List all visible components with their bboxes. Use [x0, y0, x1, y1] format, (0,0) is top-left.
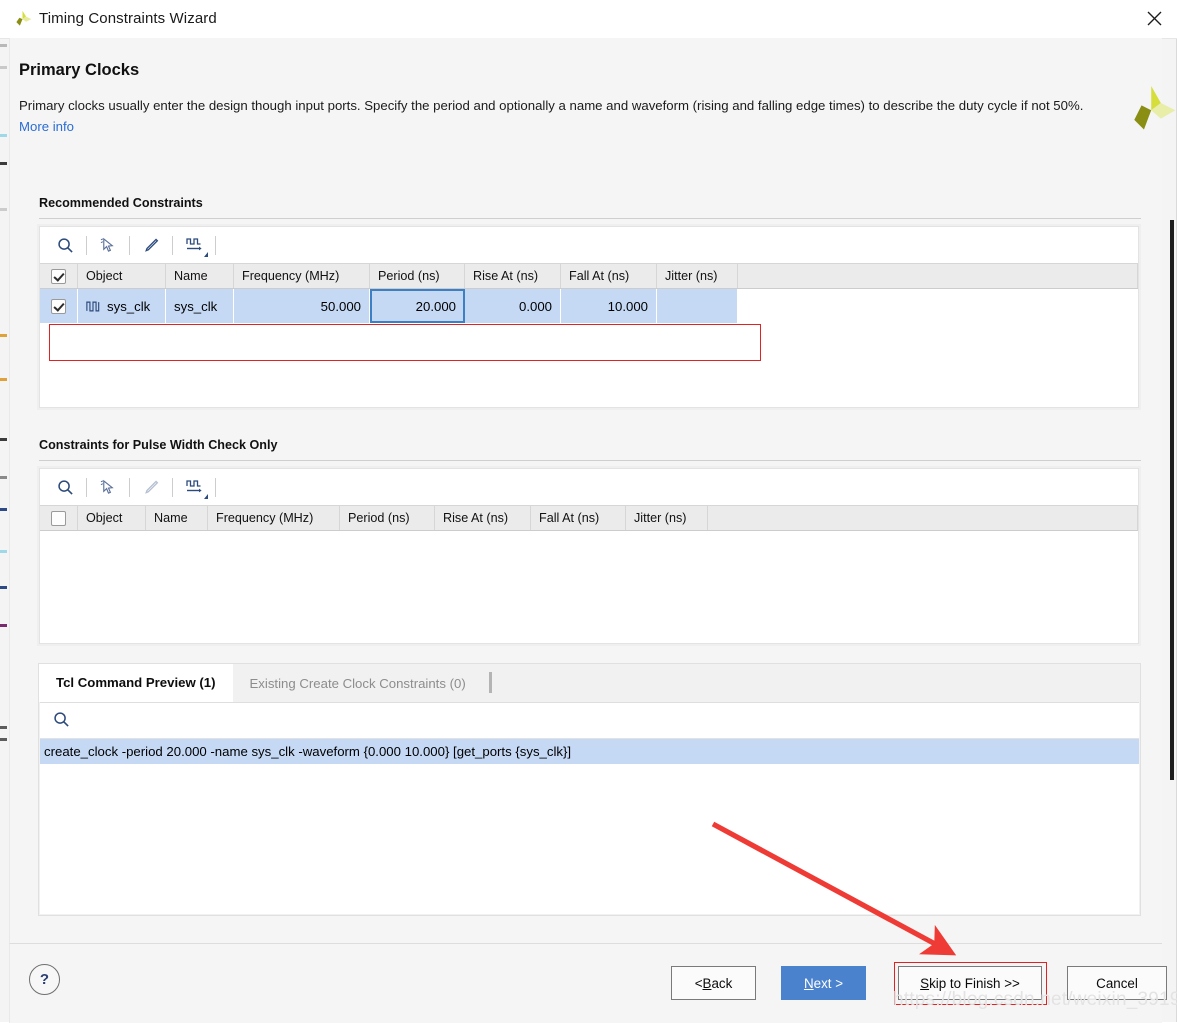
timing-constraints-wizard-window: Timing Constraints Wizard Primary Clocks… [0, 0, 1177, 1023]
toolbar-divider [129, 235, 130, 255]
column-header-frequency[interactable]: Frequency (MHz) [208, 506, 340, 530]
tcl-preview-panel: Tcl Command Preview (1) Existing Create … [38, 663, 1141, 916]
pulse-width-constraints-label: Constraints for Pulse Width Check Only [39, 438, 278, 452]
toolbar-divider [86, 235, 87, 255]
more-info-link[interactable]: More info [19, 119, 74, 134]
column-header-filler [708, 506, 1138, 530]
cell-jitter[interactable] [657, 289, 738, 323]
dropdown-caret-icon [204, 494, 208, 499]
column-header-object[interactable]: Object [78, 264, 166, 288]
xilinx-pinwheel-logo [1121, 80, 1177, 138]
toolbar-divider [215, 235, 216, 255]
select-all-header-cell[interactable] [40, 264, 78, 288]
wizard-page: Primary Clocks Primary clocks usually en… [9, 38, 1176, 943]
next-button-accel: N [803, 975, 814, 991]
next-button-post: ext > [813, 975, 844, 991]
edit-pencil-icon [136, 474, 166, 500]
recommended-constraints-panel: Object Name Frequency (MHz) Period (ns) … [39, 226, 1139, 408]
cell-object[interactable]: sys_clk [78, 289, 166, 323]
vivado-logo-icon [12, 9, 33, 30]
toolbar-divider [172, 477, 173, 497]
column-header-fall-at[interactable]: Fall At (ns) [531, 506, 626, 530]
cell-rise-at[interactable]: 0.000 [465, 289, 561, 323]
title-bar: Timing Constraints Wizard [0, 0, 1177, 39]
back-button-post: ack [711, 975, 733, 991]
cell-frequency[interactable]: 50.000 [234, 289, 370, 323]
back-button[interactable]: < Back [671, 966, 756, 1000]
column-header-object[interactable]: Object [78, 506, 146, 530]
clock-signal-icon [86, 300, 100, 313]
recommended-toolbar [40, 227, 1138, 263]
pulse-width-grid: Object Name Frequency (MHz) Period (ns) … [40, 505, 1138, 531]
tcl-search-bar [40, 703, 1139, 739]
pulse-width-constraints-panel: Object Name Frequency (MHz) Period (ns) … [39, 468, 1139, 644]
recommended-constraints-rule [39, 218, 1141, 219]
select-all-checkbox[interactable] [51, 510, 66, 526]
pulse-width-grid-header: Object Name Frequency (MHz) Period (ns) … [40, 505, 1138, 531]
skip-to-finish-button[interactable]: Skip to Finish >> [898, 966, 1042, 1000]
column-header-rise-at[interactable]: Rise At (ns) [465, 264, 561, 288]
recommended-row-highlight [49, 324, 761, 361]
column-header-fall-at[interactable]: Fall At (ns) [561, 264, 657, 288]
pulse-width-toolbar [40, 469, 1138, 505]
pulse-width-constraints-rule [39, 460, 1141, 461]
cell-object-text: sys_clk [107, 298, 151, 314]
column-header-frequency[interactable]: Frequency (MHz) [234, 264, 370, 288]
search-icon[interactable] [53, 711, 70, 731]
cell-fall-at[interactable]: 10.000 [561, 289, 657, 323]
column-header-period[interactable]: Period (ns) [340, 506, 435, 530]
search-icon[interactable] [50, 232, 80, 258]
cell-period[interactable]: 20.000 [370, 289, 465, 323]
toolbar-divider [215, 477, 216, 497]
column-header-filler [738, 264, 1138, 288]
help-button[interactable]: ? [29, 964, 60, 995]
search-icon[interactable] [50, 474, 80, 500]
toolbar-divider [129, 477, 130, 497]
back-button-pre: < [694, 975, 703, 991]
next-button[interactable]: Next > [781, 966, 866, 1000]
recommended-grid: Object Name Frequency (MHz) Period (ns) … [40, 263, 1138, 323]
cancel-button-label: Cancel [1096, 975, 1138, 991]
clock-waveform-icon[interactable] [179, 474, 209, 500]
toolbar-divider [86, 477, 87, 497]
select-cursor-icon[interactable] [93, 474, 123, 500]
select-cursor-icon[interactable] [93, 232, 123, 258]
row-checkbox[interactable] [51, 298, 66, 314]
tcl-preview-body: create_clock -period 20.000 -name sys_cl… [40, 702, 1139, 914]
select-all-checkbox[interactable] [51, 268, 66, 284]
dropdown-caret-icon [204, 252, 208, 257]
page-description-text: Primary clocks usually enter the design … [19, 98, 1084, 113]
column-header-rise-at[interactable]: Rise At (ns) [435, 506, 531, 530]
close-icon[interactable] [1131, 0, 1177, 37]
column-header-jitter[interactable]: Jitter (ns) [626, 506, 708, 530]
tcl-command-line[interactable]: create_clock -period 20.000 -name sys_cl… [40, 739, 1139, 764]
column-header-name[interactable]: Name [166, 264, 234, 288]
select-all-header-cell[interactable] [40, 506, 78, 530]
edit-pencil-icon[interactable] [136, 232, 166, 258]
wizard-footer: ? < Back Next > Skip to Finish >> Cancel [9, 943, 1167, 1023]
column-header-name[interactable]: Name [146, 506, 208, 530]
window-title: Timing Constraints Wizard [39, 10, 217, 27]
cancel-button[interactable]: Cancel [1067, 966, 1167, 1000]
tab-divider [488, 672, 492, 693]
skip-button-accel: S [920, 975, 930, 991]
column-header-period[interactable]: Period (ns) [370, 264, 465, 288]
tab-existing-create-clock-constraints[interactable]: Existing Create Clock Constraints (0) [233, 664, 483, 702]
back-button-accel: B [702, 975, 712, 991]
skip-button-post: kip to Finish >> [929, 975, 1020, 991]
column-header-jitter[interactable]: Jitter (ns) [657, 264, 738, 288]
tab-tcl-command-preview[interactable]: Tcl Command Preview (1) [39, 664, 233, 702]
page-description: Primary clocks usually enter the design … [19, 95, 1093, 137]
cell-filler [738, 289, 1138, 323]
recommended-grid-header: Object Name Frequency (MHz) Period (ns) … [40, 263, 1138, 289]
cell-name[interactable]: sys_clk [166, 289, 234, 323]
clock-waveform-icon[interactable] [179, 232, 209, 258]
row-select-cell[interactable] [40, 289, 78, 323]
toolbar-divider [172, 235, 173, 255]
table-row[interactable]: sys_clk sys_clk 50.000 20.000 0.000 10.0… [40, 289, 1138, 323]
tcl-preview-tabs: Tcl Command Preview (1) Existing Create … [39, 664, 1140, 702]
page-title: Primary Clocks [19, 61, 140, 79]
recommended-constraints-label: Recommended Constraints [39, 196, 203, 210]
